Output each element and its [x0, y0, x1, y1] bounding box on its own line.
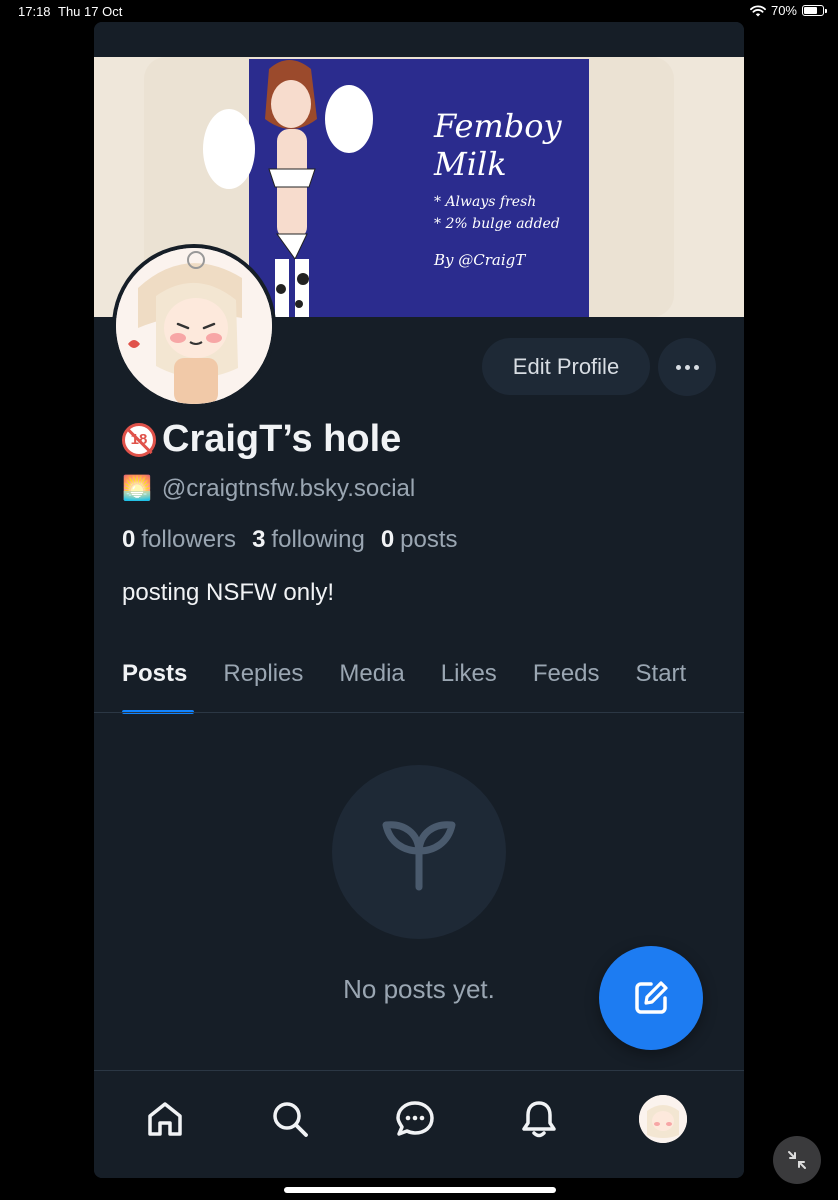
empty-state-icon-circle	[332, 765, 506, 939]
following-link[interactable]: 3 following	[252, 526, 365, 554]
tab-replies[interactable]: Replies	[223, 656, 303, 714]
tab-feeds[interactable]: Feeds	[533, 656, 600, 714]
banner-line-2: Milk	[434, 145, 507, 183]
banner-line-4: * 2% bulge added	[434, 216, 560, 232]
tabs-divider	[94, 712, 744, 713]
search-icon	[273, 1102, 308, 1137]
posts-count: 0	[380, 526, 395, 553]
tab-likes[interactable]: Likes	[441, 656, 497, 714]
followers-count: 0	[122, 526, 136, 553]
ellipsis-icon	[693, 364, 699, 370]
home-indicator[interactable]	[284, 1187, 556, 1193]
nav-profile[interactable]	[639, 1095, 687, 1143]
wifi-icon	[750, 4, 766, 16]
profile-stats: 0 followers 3 following 0 posts	[122, 526, 458, 554]
profile-tabs: Posts Replies Media Likes Feeds Start	[122, 656, 686, 714]
seedling-icon	[382, 821, 456, 891]
nav-chat[interactable]	[391, 1095, 439, 1143]
adult-content-badge: 18	[122, 422, 156, 457]
collapse-arrows-icon	[788, 1151, 806, 1169]
battery-icon	[802, 5, 827, 16]
app-window: Femboy Milk * Always fresh * 2% bulge ad…	[94, 22, 744, 1178]
chat-icon	[396, 1101, 434, 1136]
bottom-nav	[94, 1070, 744, 1178]
profile-avatar[interactable]	[112, 244, 276, 408]
edit-profile-button[interactable]: Edit Profile	[482, 338, 650, 395]
handle-text: @craigtnsfw.bsky.social	[161, 474, 416, 502]
posts-label: posts	[400, 526, 458, 553]
tab-starter-packs[interactable]: Start	[636, 656, 687, 714]
sunrise-emoji: 🌅	[122, 475, 152, 502]
avatar	[639, 1095, 687, 1143]
ellipsis-icon	[684, 364, 690, 370]
status-time: 17:18	[18, 4, 51, 19]
posts-stat: 0 posts	[381, 526, 458, 554]
profile-bio: posting NSFW only!	[122, 579, 335, 606]
avatar-thumbnail	[639, 1095, 687, 1143]
nav-search[interactable]	[266, 1095, 314, 1143]
banner-line-1: Femboy	[434, 107, 562, 145]
followers-label: followers	[141, 526, 237, 553]
avatar-image	[116, 248, 272, 404]
nav-home[interactable]	[141, 1095, 189, 1143]
followers-link[interactable]: 0 followers	[122, 526, 236, 554]
battery-percent: 70%	[770, 3, 797, 18]
status-bar: 17:18 Thu 17 Oct 70%	[0, 0, 838, 24]
compose-post-button[interactable]	[599, 946, 703, 1050]
minimize-window-button[interactable]	[773, 1136, 821, 1184]
following-label: following	[271, 526, 365, 553]
display-name: 18 CraigT’s hole	[122, 418, 401, 461]
home-icon	[148, 1102, 182, 1136]
following-count: 3	[252, 526, 266, 553]
banner-line-3: * Always fresh	[434, 194, 537, 210]
banner-label: Femboy Milk * Always fresh * 2% bulge ad…	[203, 59, 589, 317]
display-name-text: CraigT’s hole	[162, 418, 402, 460]
more-options-button[interactable]	[658, 338, 716, 396]
bell-icon	[522, 1101, 556, 1138]
compose-icon	[635, 981, 668, 1014]
banner-line-5: By @CraigT	[434, 251, 526, 269]
top-strip	[94, 22, 744, 57]
banner-label-text: Femboy Milk * Always fresh * 2% bulge ad…	[434, 107, 562, 269]
status-date: Thu 17 Oct	[58, 4, 123, 19]
nav-notifications[interactable]	[515, 1095, 563, 1143]
ellipsis-icon	[675, 364, 681, 370]
avatar-illustration	[116, 248, 272, 404]
handle: 🌅 @craigtnsfw.bsky.social	[122, 474, 415, 503]
tab-posts[interactable]: Posts	[122, 656, 195, 714]
battery-fill	[804, 7, 817, 14]
status-right: 70%	[750, 3, 827, 18]
tab-media[interactable]: Media	[339, 656, 404, 714]
